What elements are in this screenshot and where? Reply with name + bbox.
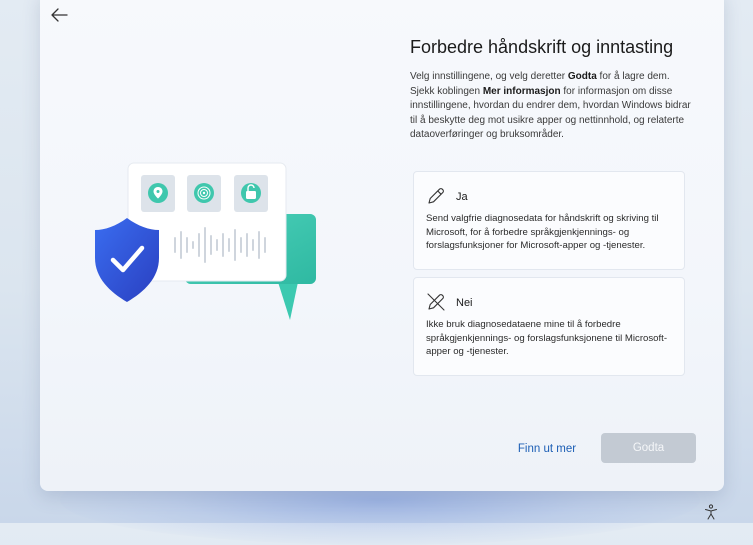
option-no-text: Ikke bruk diagnosedataene mine til å for…: [426, 319, 668, 357]
option-yes-text: Send valgfrie diagnosedata for håndskrif…: [426, 213, 659, 251]
accept-button[interactable]: Godta: [601, 433, 696, 463]
fingerprint-tile-icon: [187, 175, 221, 212]
privacy-illustration: [95, 162, 316, 320]
accept-keyword: Godta: [567, 71, 597, 82]
back-arrow-icon[interactable]: [48, 5, 70, 25]
option-no[interactable]: Nei Ikke bruk diagnosedataene mine til å…: [413, 277, 685, 376]
shield-check-icon: [95, 218, 159, 302]
learn-more-link[interactable]: Finn ut mer: [512, 438, 582, 460]
pen-off-icon: [427, 293, 445, 311]
page-description: Velg innstillingene, og velg deretter Go…: [410, 71, 691, 140]
location-tile-icon: [141, 175, 175, 212]
accessibility-icon[interactable]: [704, 504, 718, 520]
option-yes-label: Ja: [456, 191, 468, 203]
option-no-label: Nei: [456, 297, 473, 309]
option-yes[interactable]: Ja Send valgfrie diagnosedata for håndsk…: [413, 171, 685, 270]
page-title: Forbedre håndskrift og inntasting: [410, 37, 674, 57]
unlock-tile-icon: [234, 175, 268, 212]
more-info-keyword: Mer informasjon: [482, 85, 561, 97]
pen-icon: [428, 188, 444, 204]
